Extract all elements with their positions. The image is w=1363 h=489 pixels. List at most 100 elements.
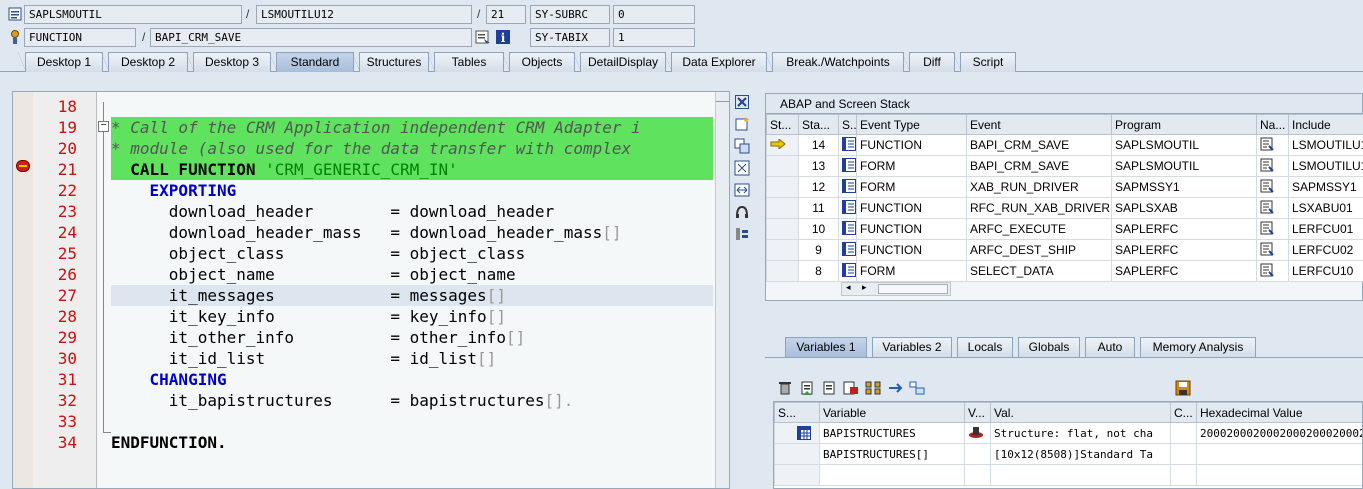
navigate-cell[interactable] [1256,239,1289,261]
navigate-cell[interactable] [1256,197,1289,219]
col-header[interactable]: S... [774,402,820,423]
stack-row[interactable]: 10 FUNCTION ARFC_EXECUTE SAPLERFC LERFCU01 [766,218,1363,240]
stack-row[interactable]: 14 FUNCTION BAPI_CRM_SAVE SAPLSMOUTIL LSMOUT… [766,134,1363,156]
variable-name[interactable]: BAPISTRUCTURES[] [819,443,965,465]
code-line[interactable]: 25 object_class = object_class [13,243,713,264]
code-line[interactable]: 22 EXPORTING [13,180,713,201]
stack-row[interactable]: 8 FORM SELECT_DATA SAPLERFC LERFCU10 [766,260,1363,282]
code-line[interactable]: 32 it_bapistructures = bapistructures[]. [13,390,713,411]
replace-tool-icon[interactable] [734,138,750,154]
code-line[interactable]: 18 [13,96,713,117]
tab-auto[interactable]: Auto [1085,337,1135,357]
code-line[interactable]: 24 download_header_mass = download_heade… [13,222,713,243]
save-icon[interactable] [1175,380,1191,399]
code-line[interactable]: 31 CHANGING [13,369,713,390]
hierarchy-icon[interactable] [865,380,881,396]
tab-tables[interactable]: Tables [427,52,504,72]
stack-row[interactable]: 13 FORM BAPI_CRM_SAVE SAPLSMOUTIL LSMOUTILU1 [766,155,1363,177]
stack-row[interactable]: 12 FORM XAB_RUN_DRIVER SAPMSSY1 SAPMSSY1 [766,176,1363,198]
code-line[interactable]: 29 it_other_info = other_info[] [13,327,713,348]
navigate-source-icon[interactable] [1260,137,1274,151]
code-line[interactable]: 21 CALL FUNCTION 'CRM_GENERIC_CRM_IN' [13,159,713,180]
tab-data-explorer[interactable]: Data Explorer [664,52,767,72]
swap-icon[interactable] [734,182,750,198]
settings-icon[interactable] [734,226,750,242]
code-text[interactable]: CALL FUNCTION 'CRM_GENERIC_CRM_IN' [111,159,458,180]
stack-horizontal-scrollbar[interactable]: ◂ ▸ [841,282,951,296]
col-header[interactable]: S... [838,114,857,135]
load-icon[interactable] [799,380,815,396]
code-text[interactable]: download_header_mass = download_header_m… [111,222,622,243]
navigate-cell[interactable] [1256,218,1289,240]
code-line[interactable]: 20 * module (also used for the data trans… [13,138,713,159]
tab-objects[interactable]: Objects [502,52,575,72]
row-selector[interactable] [774,422,820,444]
navigate-source-icon[interactable] [1260,263,1274,277]
code-text[interactable]: * Call of the CRM Application independen… [111,117,641,138]
subrc-value[interactable]: 0 [613,5,695,24]
maximize-icon[interactable] [734,160,750,176]
col-header[interactable]: Val. [990,402,1171,423]
event-type-field[interactable]: FUNCTION [24,28,136,47]
program-field[interactable]: SAPLSMOUTIL [24,5,242,24]
new-tool-icon[interactable] [734,116,750,132]
col-header[interactable]: Event Type [856,114,967,135]
source-code-editor[interactable]: − 18 19 * Call of the CRM Application inde… [12,91,730,489]
tab-memory-analysis[interactable]: Memory Analysis [1140,337,1256,357]
navigate-icon[interactable] [475,29,491,45]
col-header[interactable]: Hexadecimal Value [1196,402,1362,423]
event-field[interactable]: BAPI_CRM_SAVE [150,28,472,47]
code-line[interactable]: 34 ENDFUNCTION. [13,432,713,453]
code-text[interactable]: ENDFUNCTION. [111,432,227,453]
code-text[interactable]: download_header = download_header [111,201,554,222]
col-header[interactable]: Variable [819,402,965,423]
code-text[interactable]: it_bapistructures = bapistructures[]. [111,390,574,411]
tab-detaildisplay[interactable]: DetailDisplay [573,52,666,72]
tab-standard[interactable]: Standard [269,52,354,72]
include-field[interactable]: LSMOUTILU12 [256,5,472,24]
variable-value[interactable]: Structure: flat, not cha [990,422,1171,444]
code-text[interactable]: object_name = object_name [111,264,516,285]
navigate-cell[interactable] [1256,176,1289,198]
navigate-source-icon[interactable] [1260,200,1274,214]
navigate-cell[interactable] [1256,155,1289,177]
services-icon[interactable] [734,204,750,220]
tab-script[interactable]: Script [953,52,1016,72]
col-header[interactable]: St... [766,114,799,135]
code-text[interactable]: object_class = object_class [111,243,525,264]
tree-icon[interactable] [909,380,925,396]
col-header[interactable]: Na... [1256,114,1289,135]
delete-icon[interactable] [777,380,793,396]
change-value-icon[interactable] [968,426,984,442]
col-header[interactable]: Sta... [798,114,839,135]
row-selector[interactable] [774,464,820,486]
variable-value[interactable]: [10x12(8508)]Standard Ta [990,443,1171,465]
variable-row[interactable]: BAPISTRUCTURES Structure: flat, not cha … [774,422,1362,444]
navigate-source-icon[interactable] [1260,242,1274,256]
navigate-cell[interactable] [1256,260,1289,282]
col-header[interactable]: C... [1170,402,1197,423]
stack-row[interactable]: 9 FUNCTION ARFC_DEST_SHIP SAPLERFC LERFCU02 [766,239,1363,261]
breakpoint-marker-icon[interactable] [16,160,30,172]
tab-break-watchpoints[interactable]: Break./Watchpoints [765,52,904,72]
editor-scrollbar[interactable] [715,92,729,488]
export-icon[interactable] [843,380,859,396]
code-line[interactable]: 33 [13,411,713,432]
info-icon[interactable]: i [495,29,511,45]
variable-row[interactable]: BAPISTRUCTURES[] [10x12(8508)]Standard T… [774,443,1362,465]
tab-variables-1[interactable]: Variables 1 [785,337,867,357]
code-text[interactable]: CHANGING [111,369,227,390]
stack-row[interactable]: 11 FUNCTION RFC_RUN_XAB_DRIVER SAPLSXAB LSXA… [766,197,1363,219]
code-text[interactable]: EXPORTING [111,180,237,201]
tabix-value[interactable]: 1 [613,28,695,47]
navigate-source-icon[interactable] [1260,179,1274,193]
row-selector[interactable] [774,443,820,465]
tab-desktop-3[interactable]: Desktop 3 [186,52,271,72]
variable-row[interactable] [774,464,1362,486]
code-line[interactable]: 19 * Call of the CRM Application independ… [13,117,713,138]
tab-desktop-1[interactable]: Desktop 1 [18,52,103,72]
code-line[interactable]: 30 it_id_list = id_list[] [13,348,713,369]
save-variables-icon[interactable] [821,380,837,396]
code-text[interactable]: it_id_list = id_list[] [111,348,497,369]
col-header[interactable]: Program [1111,114,1257,135]
